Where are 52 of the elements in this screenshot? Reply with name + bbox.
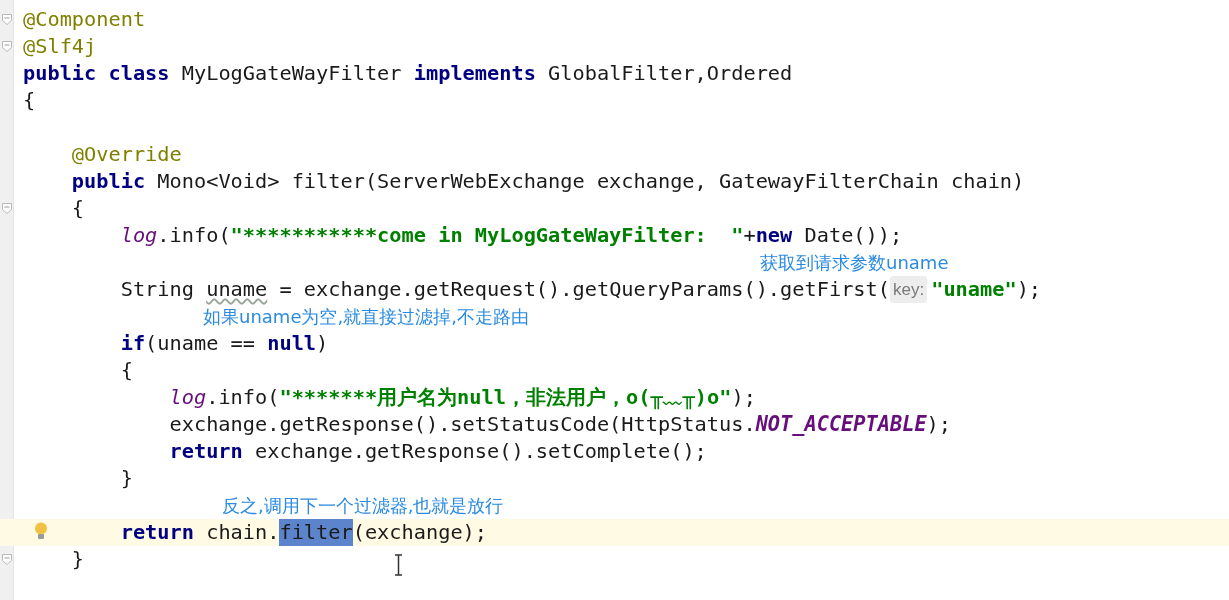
code-text: (uname == bbox=[145, 330, 256, 357]
keyword: return bbox=[169, 438, 244, 465]
annotation: @Override bbox=[71, 141, 182, 168]
annotation: @Slf4j bbox=[23, 33, 97, 60]
fold-marker-icon[interactable] bbox=[2, 14, 12, 25]
code-text: } bbox=[71, 546, 85, 573]
keyword: implements bbox=[413, 60, 537, 87]
keyword: if bbox=[120, 330, 146, 357]
fold-marker-icon[interactable] bbox=[2, 203, 12, 214]
code-text: .info( bbox=[206, 384, 280, 411]
field-name: log bbox=[120, 222, 158, 249]
code-text: { bbox=[71, 195, 85, 222]
code-text: Date()); bbox=[804, 222, 903, 249]
code-text: GlobalFilter,Ordered bbox=[548, 60, 793, 87]
code-text: } bbox=[120, 465, 133, 492]
code-text: { bbox=[120, 357, 133, 384]
keyword: new bbox=[755, 222, 794, 249]
lightbulb-icon[interactable] bbox=[34, 522, 48, 541]
annotation-note: 获取到请求参数uname bbox=[760, 251, 949, 275]
keyword: public bbox=[71, 168, 147, 195]
selected-text: filter bbox=[279, 519, 353, 546]
constant-name: NOT_ACCEPTABLE bbox=[755, 411, 927, 438]
keyword: null bbox=[267, 330, 317, 357]
keyword: public class bbox=[23, 60, 171, 87]
code-text: + bbox=[743, 222, 756, 249]
code-text: chain. bbox=[206, 519, 280, 546]
code-text: ); bbox=[1016, 276, 1042, 303]
code-text: MyLogGateWayFilter bbox=[181, 60, 403, 87]
code-text: Mono<Void> filter(ServerWebExchange exchange, GatewayFilterChain chain) bbox=[157, 168, 1025, 195]
string-literal: "*******用户名为null，非法用户，o(╥﹏╥)o" bbox=[279, 384, 732, 411]
code-text: .info( bbox=[157, 222, 231, 249]
variable-name: uname bbox=[206, 276, 268, 303]
code-text: (exchange); bbox=[352, 519, 488, 546]
keyword: return bbox=[120, 519, 195, 546]
code-text: ); bbox=[731, 384, 756, 411]
annotation-note: 反之,调用下一个过滤器,也就是放行 bbox=[222, 494, 504, 518]
string-literal: "***********come in MyLogGateWayFilter: " bbox=[230, 222, 744, 249]
code-text: = exchange.getRequest().getQueryParams().getFirst( bbox=[279, 276, 890, 303]
text-cursor-icon bbox=[393, 554, 404, 576]
string-literal: "uname" bbox=[931, 276, 1017, 303]
code-text: exchange.getResponse().setComplete(); bbox=[255, 438, 707, 465]
code-text: { bbox=[23, 87, 36, 114]
fold-marker-icon[interactable] bbox=[2, 41, 12, 52]
code-text: ); bbox=[926, 411, 951, 438]
field-name: log bbox=[169, 384, 207, 411]
parameter-hint: key: bbox=[890, 276, 928, 303]
fold-marker-icon[interactable] bbox=[2, 554, 12, 565]
code-text: exchange.getResponse().setStatusCode(HttpStatus. bbox=[169, 411, 756, 438]
annotation-note: 如果uname为空,就直接过滤掉,不走路由 bbox=[203, 305, 529, 329]
annotation: @Component bbox=[23, 6, 146, 33]
code-text: ) bbox=[316, 330, 329, 357]
code-text: String bbox=[120, 276, 195, 303]
